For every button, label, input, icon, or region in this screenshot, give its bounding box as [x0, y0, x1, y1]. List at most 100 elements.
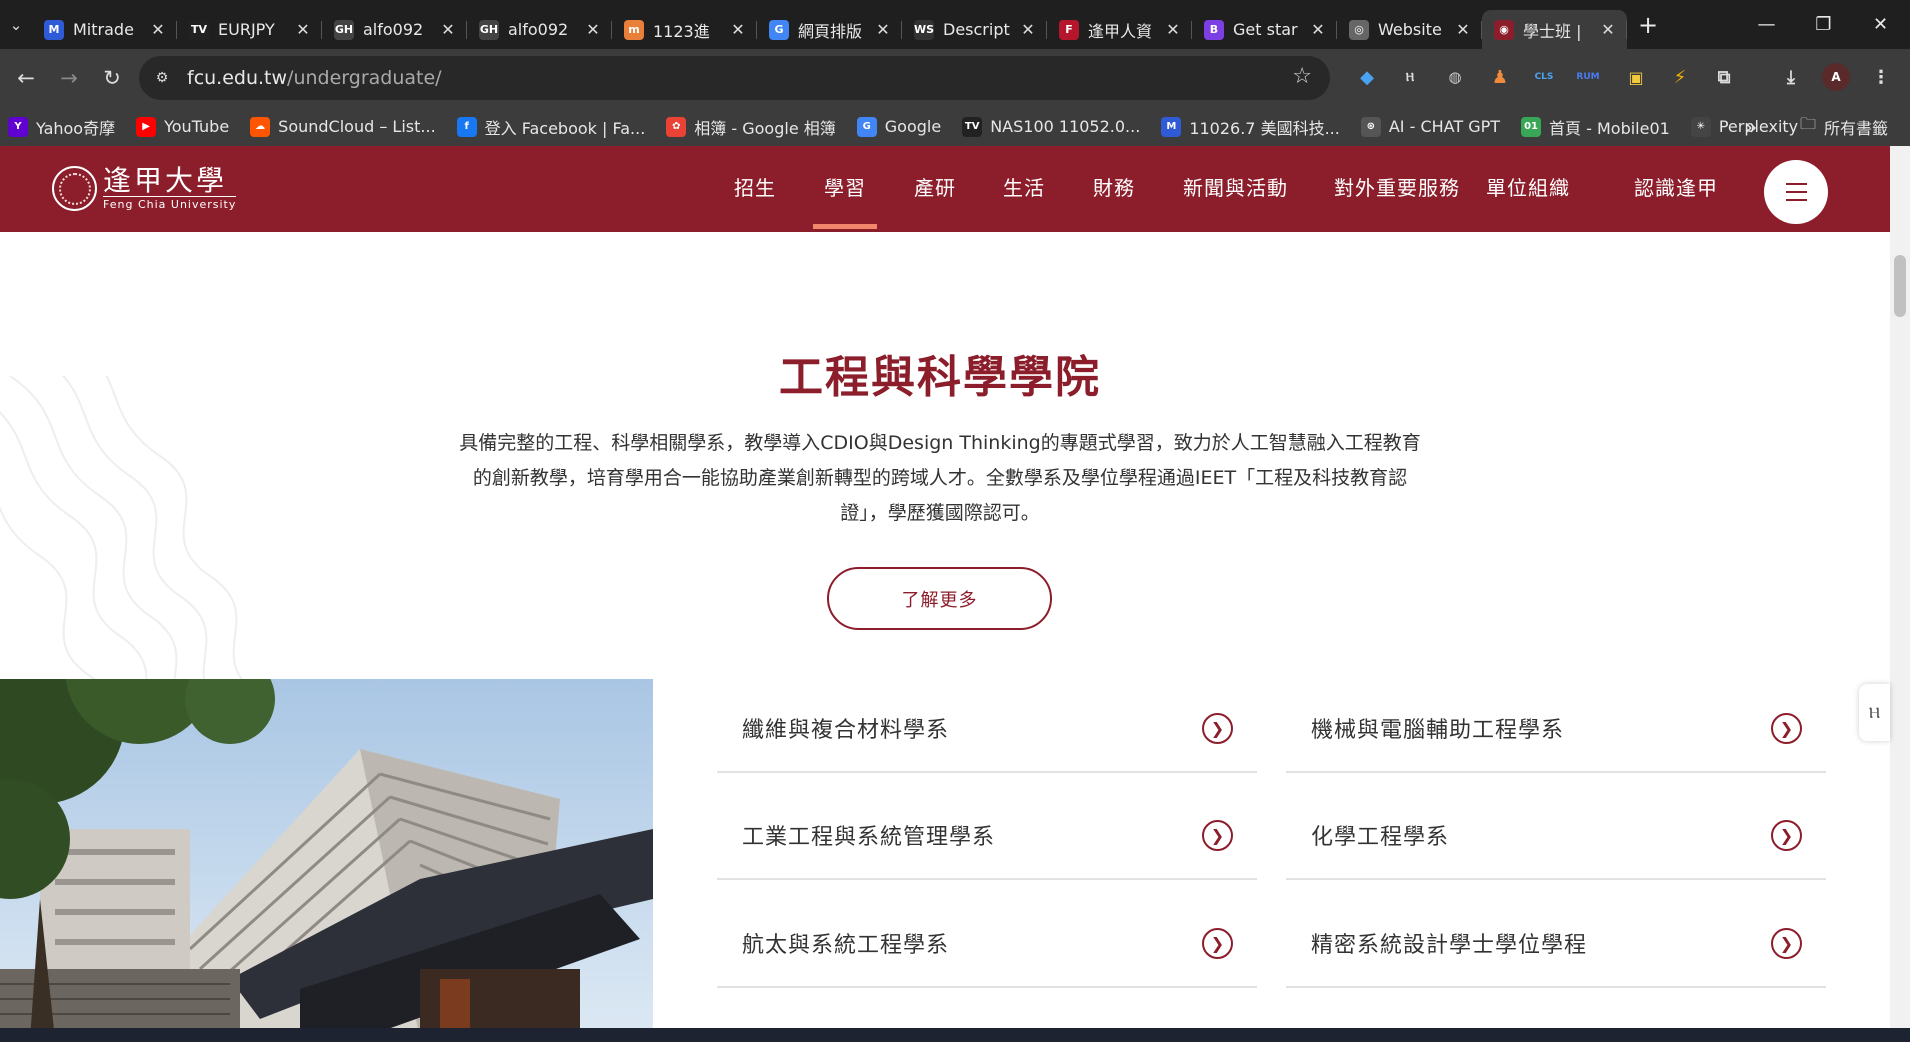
tab-close-icon[interactable]: ✕ — [874, 20, 892, 39]
logo-chinese-name: 逢甲大學 — [103, 164, 228, 197]
department-link[interactable]: 化學工程學系 ❯ — [1286, 792, 1826, 880]
tab-favicon-icon: ◎ — [1349, 19, 1369, 40]
tab-close-icon[interactable]: ✕ — [1454, 20, 1472, 39]
extensions-puzzle-icon[interactable]: ⧉ — [1710, 63, 1738, 91]
browser-tab[interactable]: ◉ 學士班 | ✕ — [1482, 10, 1627, 49]
menu-item[interactable]: 學習 — [813, 172, 877, 229]
menu-item[interactable]: 產研 — [914, 172, 956, 202]
menu-item[interactable]: 新聞與活動 — [1183, 172, 1288, 202]
tab-favicon-icon: F — [1059, 19, 1079, 40]
bookmark-item[interactable]: ⊛ AI - CHAT GPT — [1360, 116, 1513, 137]
department-link[interactable]: 精密系統設計學士學位學程 ❯ — [1286, 900, 1826, 988]
bookmark-item[interactable]: Y Yahoo奇摩 — [8, 115, 128, 139]
menu-item[interactable]: 生活 — [1003, 172, 1045, 202]
menu-item[interactable]: 招生 — [734, 172, 776, 202]
tab-close-icon[interactable]: ✕ — [584, 20, 602, 39]
campus-building-photo — [0, 679, 653, 1028]
bookmarks-overflow-icon[interactable]: » — [1745, 115, 1757, 139]
forward-arrow-icon[interactable]: → — [52, 61, 86, 95]
hamburger-menu-button[interactable] — [1764, 160, 1828, 224]
tab-favicon-icon: WS — [914, 19, 934, 40]
browser-tab[interactable]: M Mitrade ✕ — [32, 10, 177, 49]
tab-title: Get star — [1233, 20, 1298, 39]
tab-close-icon[interactable]: ✕ — [439, 20, 457, 39]
department-link[interactable]: 航太與系統工程學系 ❯ — [717, 900, 1257, 988]
profile-avatar[interactable]: A — [1822, 63, 1850, 91]
tab-title: Mitrade — [73, 20, 134, 39]
scrollbar-thumb[interactable] — [1894, 255, 1906, 317]
extension-h-icon[interactable]: Ⲏ — [1396, 63, 1424, 91]
browser-tab[interactable]: G 網頁排版 ✕ — [757, 10, 902, 49]
extension-lightning-icon[interactable]: ⚡ — [1666, 63, 1694, 91]
extension-image-icon[interactable]: ▣ — [1622, 63, 1650, 91]
more-menu-icon[interactable]: ⋮ — [1867, 63, 1895, 91]
restore-button[interactable]: ❐ — [1795, 0, 1852, 49]
extension-rum-icon[interactable]: RUM — [1574, 63, 1602, 91]
tab-search-chevron-icon[interactable]: ⌄ — [0, 9, 32, 41]
browser-tab-strip: ⌄ M Mitrade ✕ TV EURJPY ✕ GH alfo092 ✕ GH alfo092 ✕… — [0, 0, 1910, 49]
department-link[interactable]: 纖維與複合材料學系 ❯ — [717, 685, 1257, 773]
menu-item[interactable]: 對外重要服務 — [1334, 172, 1460, 202]
side-extension-tab-icon[interactable]: Ⲏ — [1859, 684, 1890, 741]
extension-diamond-icon[interactable]: ◆ — [1353, 63, 1381, 91]
all-bookmarks-folder[interactable]: 🗀 所有書籤 — [1800, 113, 1888, 140]
tab-close-icon[interactable]: ✕ — [729, 20, 747, 39]
tab-close-icon[interactable]: ✕ — [1164, 20, 1182, 39]
bookmark-item[interactable]: ☁ SoundCloud – List... — [250, 116, 448, 137]
bookmark-item[interactable]: 01 首頁 - Mobile01 — [1521, 115, 1683, 139]
back-arrow-icon[interactable]: ← — [9, 61, 43, 95]
department-name: 工業工程與系統管理學系 — [742, 825, 996, 850]
department-link[interactable]: 機械與電腦輔助工程學系 ❯ — [1286, 685, 1826, 773]
tab-title: EURJPY — [218, 20, 275, 39]
url-text[interactable]: fcu.edu.tw/undergraduate/ — [187, 67, 442, 89]
bookmark-item[interactable]: f 登入 Facebook | Fa... — [456, 115, 659, 139]
tab-close-icon[interactable]: ✕ — [149, 20, 167, 39]
learn-more-button[interactable]: 了解更多 — [827, 567, 1052, 630]
bookmark-star-icon[interactable]: ☆ — [1292, 64, 1312, 89]
browser-tab[interactable]: m 1123進 ✕ — [612, 10, 757, 49]
bookmark-label: Perplexity — [1718, 117, 1799, 136]
browser-tab[interactable]: GH alfo092 ✕ — [467, 10, 612, 49]
browser-tab[interactable]: F 逢甲人資 ✕ — [1047, 10, 1192, 49]
all-bookmarks-label: 所有書籤 — [1824, 118, 1889, 138]
tab-close-icon[interactable]: ✕ — [1309, 20, 1327, 39]
minimize-button[interactable]: — — [1738, 0, 1795, 49]
browser-tab[interactable]: WS Descript ✕ — [902, 10, 1047, 49]
download-icon[interactable]: ⤓ — [1777, 63, 1805, 91]
bookmark-item[interactable]: TV NAS100 11052.0... — [962, 116, 1153, 137]
extension-person-icon[interactable]: ♟ — [1486, 63, 1514, 91]
bookmark-favicon-icon: ✳ — [1690, 116, 1711, 137]
reload-icon[interactable]: ↻ — [95, 61, 129, 95]
menu-item[interactable]: 財務 — [1093, 172, 1135, 202]
menu-item[interactable]: 單位組織 — [1486, 172, 1570, 202]
close-window-button[interactable]: ✕ — [1852, 0, 1909, 49]
address-bar[interactable]: ⚙ fcu.edu.tw/undergraduate/ ☆ — [139, 56, 1330, 100]
menu-item[interactable]: 認識逢甲 — [1634, 172, 1718, 202]
tab-title: 逢甲人資 — [1088, 21, 1153, 41]
bookmark-favicon-icon: ☁ — [250, 116, 271, 137]
site-info-icon[interactable]: ⚙ — [149, 65, 175, 91]
department-name: 機械與電腦輔助工程學系 — [1311, 718, 1565, 743]
bookmark-item[interactable]: M 11026.7 美國科技... — [1161, 115, 1353, 139]
tab-close-icon[interactable]: ✕ — [1599, 20, 1617, 39]
extension-cls-icon[interactable]: CLS — [1530, 63, 1558, 91]
department-link[interactable]: 工業工程與系統管理學系 ❯ — [717, 792, 1257, 880]
extension-web-icon[interactable]: ◍ — [1441, 63, 1469, 91]
tab-close-icon[interactable]: ✕ — [1019, 20, 1037, 39]
browser-tab[interactable]: GH alfo092 ✕ — [322, 10, 467, 49]
bookmark-item[interactable]: G Google — [856, 116, 954, 137]
bookmark-item[interactable]: ✿ 相簿 - Google 相簿 — [666, 115, 848, 139]
bookmark-item[interactable]: ▶ YouTube — [136, 116, 242, 137]
bookmark-label: YouTube — [164, 117, 230, 136]
tab-title: Website — [1378, 20, 1442, 39]
fcu-logo[interactable]: 逢甲大學 Feng Chia University — [52, 164, 237, 211]
tab-favicon-icon: GH — [334, 19, 354, 40]
new-tab-button[interactable]: + — [1631, 8, 1665, 42]
department-name: 纖維與複合材料學系 — [742, 718, 950, 743]
browser-tab[interactable]: ◎ Website ✕ — [1337, 10, 1482, 49]
tab-close-icon[interactable]: ✕ — [294, 20, 312, 39]
logo-english-name: Feng Chia University — [103, 196, 237, 211]
browser-tab[interactable]: TV EURJPY ✕ — [177, 10, 322, 49]
browser-tab[interactable]: B Get star ✕ — [1192, 10, 1337, 49]
bookmark-favicon-icon: f — [456, 116, 477, 137]
